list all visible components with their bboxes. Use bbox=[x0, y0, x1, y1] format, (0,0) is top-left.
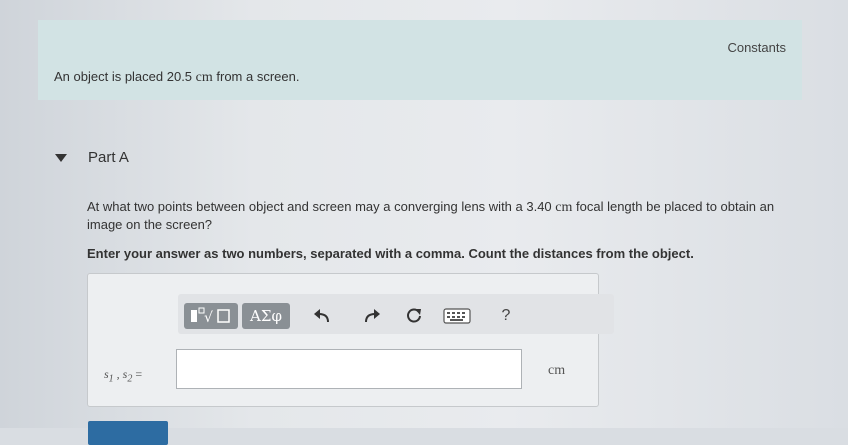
reset-icon bbox=[407, 308, 421, 323]
templates-button[interactable]: √ bbox=[184, 303, 238, 329]
math-toolbar: √ ΑΣφ ? bbox=[178, 294, 614, 334]
templates-icon: √ bbox=[191, 307, 230, 326]
problem-statement: An object is placed 20.5 cm from a scree… bbox=[54, 69, 299, 86]
undo-button[interactable] bbox=[310, 304, 334, 328]
constants-link[interactable]: Constants bbox=[727, 40, 786, 55]
collapse-triangle-icon[interactable] bbox=[54, 153, 68, 163]
part-title: Part A bbox=[88, 149, 129, 166]
answer-unit-label: cm bbox=[548, 363, 566, 378]
answer-instruction: Enter your answer as two numbers, separa… bbox=[87, 246, 694, 261]
problem-statement-end: from a screen. bbox=[212, 69, 300, 84]
help-button[interactable]: ? bbox=[494, 304, 518, 328]
answer-area: √ ΑΣφ ? s1 , s2 = cm bbox=[87, 273, 614, 407]
sqrt-glyph: √ bbox=[204, 310, 213, 326]
reset-button[interactable] bbox=[402, 304, 426, 328]
keyboard-button[interactable] bbox=[442, 305, 472, 327]
answer-input[interactable] bbox=[176, 349, 522, 389]
undo-icon bbox=[314, 309, 329, 323]
problem-statement-text: An object is placed 20.5 bbox=[54, 69, 196, 84]
question-text-start: At what two points between object and sc… bbox=[87, 199, 556, 214]
submit-button[interactable] bbox=[88, 421, 168, 445]
question-text: At what two points between object and sc… bbox=[87, 198, 799, 233]
question-unit: cm bbox=[555, 200, 573, 215]
problem-intro-panel: Constants An object is placed 20.5 cm fr… bbox=[38, 20, 802, 100]
problem-unit: cm bbox=[195, 70, 213, 85]
redo-button[interactable] bbox=[360, 304, 384, 328]
equals-sign: = bbox=[132, 367, 143, 381]
keyboard-icon bbox=[443, 308, 471, 324]
redo-icon bbox=[365, 309, 380, 323]
var-separator: , bbox=[113, 367, 123, 381]
help-icon: ? bbox=[501, 307, 511, 324]
answer-variable-label: s1 , s2 = bbox=[104, 367, 142, 384]
greek-symbols-button[interactable]: ΑΣφ bbox=[242, 303, 290, 329]
